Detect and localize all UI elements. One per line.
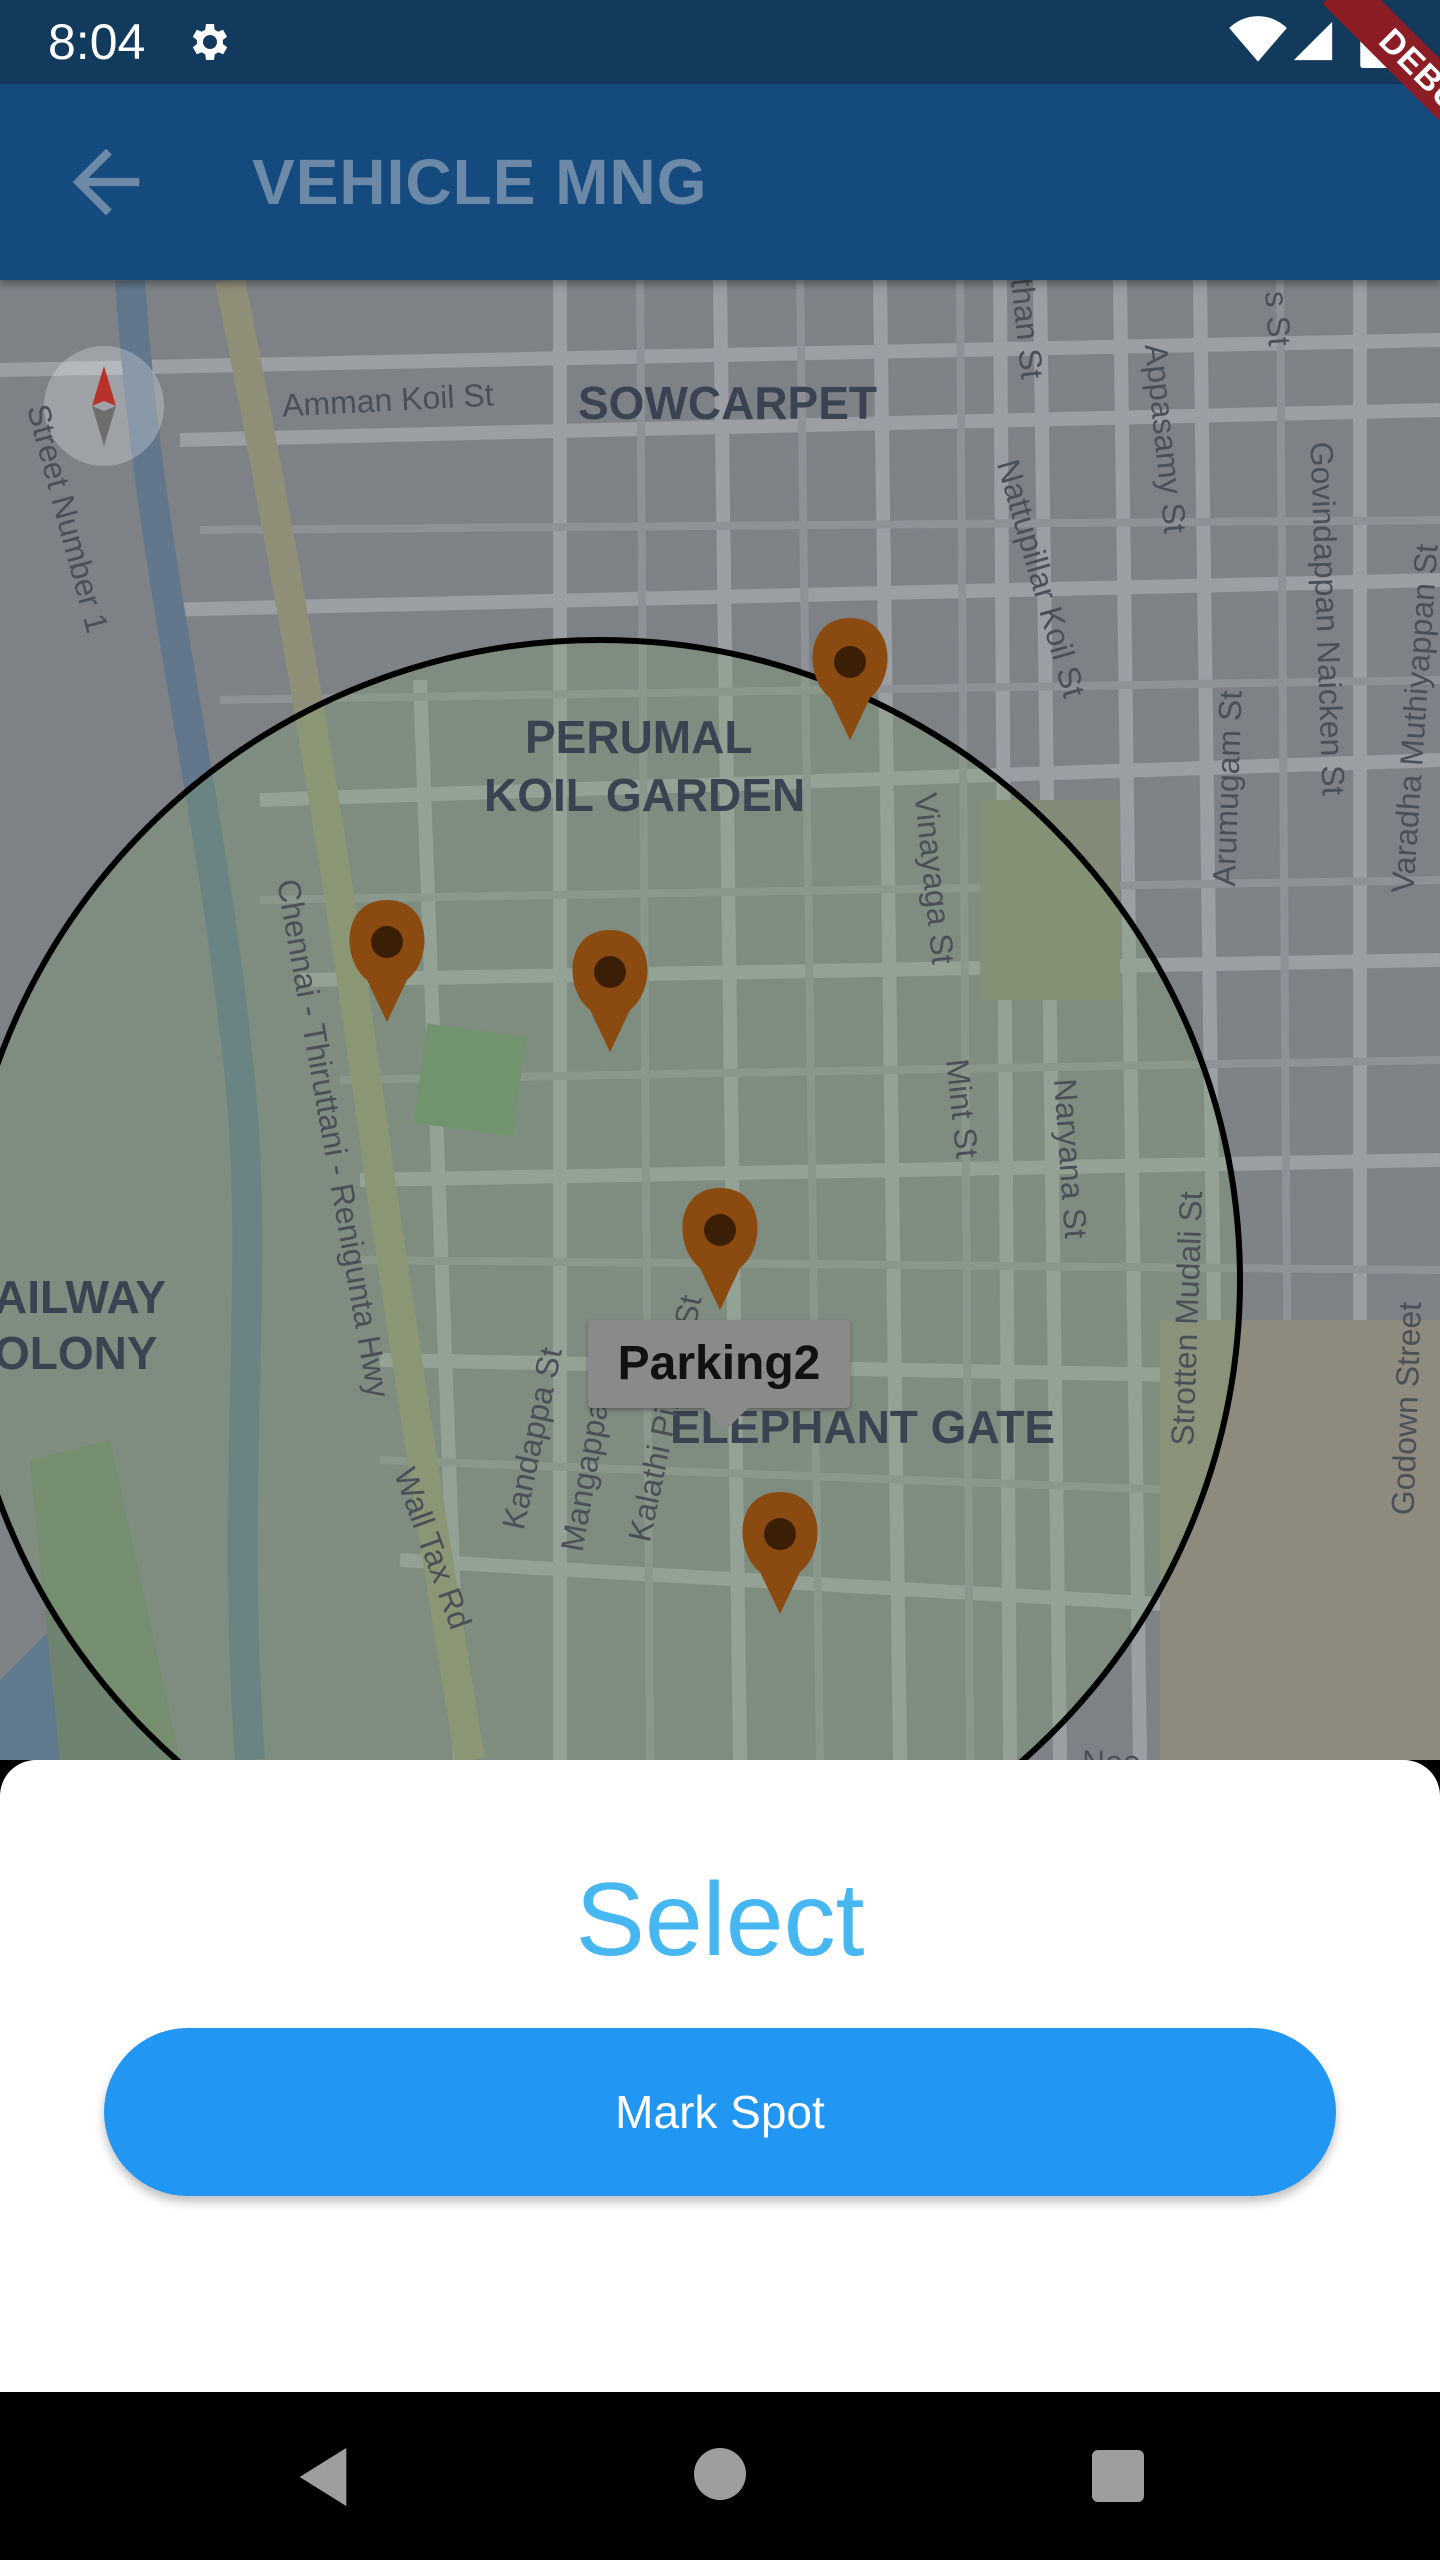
nav-home-icon[interactable] [694,2448,746,2500]
map-canvas[interactable] [0,280,1440,1760]
arrow-left-icon [72,148,140,216]
back-button[interactable] [56,132,156,232]
app-bar: VEHICLE MNG [0,84,1440,280]
status-bar: 8:04 [0,0,1440,84]
marker-info-window[interactable]: Parking2 [588,1320,850,1408]
sheet-title: Select [575,1862,865,1978]
area-label: OLONY [0,1327,158,1379]
area-label: AILWAY [0,1271,167,1323]
status-time: 8:04 [48,14,146,70]
street-label: Godown Street [1384,1301,1428,1516]
area-label: KOIL GARDEN [484,769,806,821]
map-view[interactable]: Amman Koil St SOWCARPET Street Number 1 … [0,280,1440,1760]
gear-icon [192,24,228,60]
battery-icon [1360,14,1390,68]
street-label: Arumugam St [1205,690,1249,887]
page-title: VEHICLE MNG [252,146,708,218]
nav-recent-icon[interactable] [1092,2450,1144,2502]
street-label: Nee [1082,1744,1141,1760]
info-window-pointer [704,1408,748,1430]
street-label: s St [1258,289,1298,348]
bottom-sheet: Select Mark Spot [0,1760,1440,2392]
wifi-icon [1229,16,1287,62]
signal-icon [1293,21,1333,61]
area-label: PERUMAL [525,711,753,763]
nav-back-icon[interactable] [288,2442,358,2512]
area-label: SOWCARPET [578,377,877,429]
system-nav-bar [0,2392,1440,2560]
mark-spot-button[interactable]: Mark Spot [104,2028,1336,2196]
